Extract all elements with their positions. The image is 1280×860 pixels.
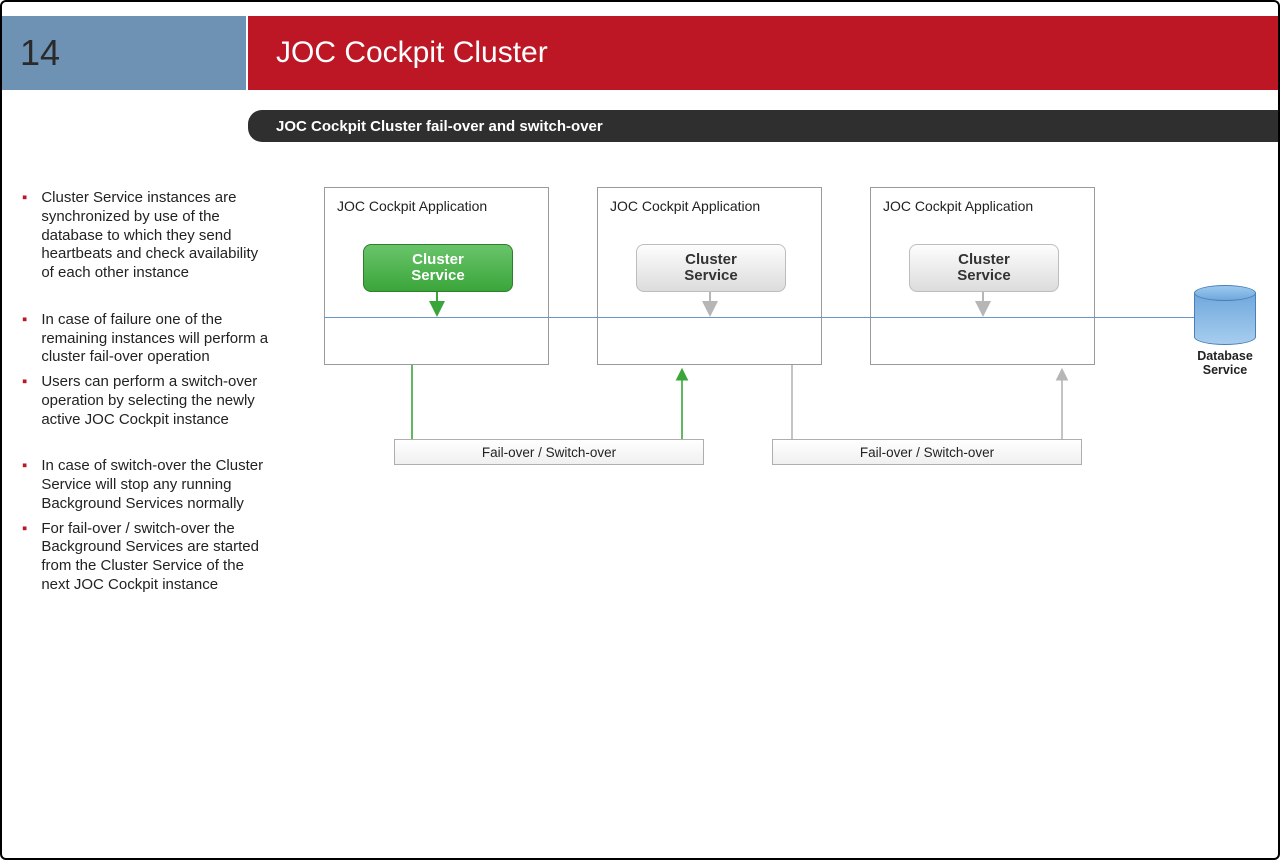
bullet-text: For fail-over / switch-over the Backgrou… [41, 520, 270, 595]
bullet-mark-icon: ▪ [22, 457, 27, 476]
cluster-line1: Cluster [412, 252, 464, 269]
bullet-item: ▪ In case of failure one of the remainin… [22, 311, 270, 367]
bullet-list: ▪ Cluster Service instances are synchron… [22, 189, 270, 623]
db-label-line2: Service [1194, 363, 1256, 377]
failover-label: Fail-over / Switch-over [482, 445, 616, 460]
cylinder-top-icon [1194, 285, 1256, 301]
bullet-item: ▪ Cluster Service instances are synchron… [22, 189, 270, 283]
cluster-service-active: Cluster Service [363, 244, 513, 292]
cluster-line1: Cluster [685, 252, 737, 269]
bullet-item: ▪ In case of switch-over the Cluster Ser… [22, 457, 270, 513]
cluster-line2: Service [411, 268, 464, 285]
bullet-mark-icon: ▪ [22, 189, 27, 208]
cluster-line2: Service [684, 268, 737, 285]
joc-app-box-1: JOC Cockpit Application Cluster Service [324, 187, 549, 365]
bullet-group: ▪ In case of switch-over the Cluster Ser… [22, 457, 270, 594]
bullet-mark-icon: ▪ [22, 311, 27, 330]
joc-app-label: JOC Cockpit Application [610, 198, 809, 214]
bullet-text: In case of switch-over the Cluster Servi… [41, 457, 270, 513]
joc-app-box-2: JOC Cockpit Application Cluster Service [597, 187, 822, 365]
joc-app-box-3: JOC Cockpit Application Cluster Service [870, 187, 1095, 365]
db-label-line1: Database [1194, 349, 1256, 363]
cluster-service-inactive: Cluster Service [909, 244, 1059, 292]
failover-label: Fail-over / Switch-over [860, 445, 994, 460]
db-connector-line [324, 317, 1198, 318]
cluster-line1: Cluster [958, 252, 1010, 269]
slide-number: 14 [20, 32, 60, 74]
failover-box-2: Fail-over / Switch-over [772, 439, 1082, 465]
bullet-text: Users can perform a switch-over operatio… [41, 373, 270, 429]
bullet-text: In case of failure one of the remaining … [41, 311, 270, 367]
subtitle-bar: JOC Cockpit Cluster fail-over and switch… [248, 110, 1278, 142]
database-cylinder: Database Service [1194, 285, 1256, 378]
content-area: ▪ Cluster Service instances are synchron… [2, 177, 1278, 858]
joc-app-label: JOC Cockpit Application [883, 198, 1082, 214]
bullet-mark-icon: ▪ [22, 373, 27, 392]
bullet-text: Cluster Service instances are synchroniz… [41, 189, 270, 283]
title-bar: JOC Cockpit Cluster [248, 16, 1278, 90]
bullet-mark-icon: ▪ [22, 520, 27, 539]
slide-number-box: 14 [2, 16, 246, 90]
failover-box-1: Fail-over / Switch-over [394, 439, 704, 465]
page-subtitle: JOC Cockpit Cluster fail-over and switch… [276, 118, 603, 135]
cluster-line2: Service [957, 268, 1010, 285]
bullet-group: ▪ Cluster Service instances are synchron… [22, 189, 270, 283]
joc-app-label: JOC Cockpit Application [337, 198, 536, 214]
cluster-service-inactive: Cluster Service [636, 244, 786, 292]
header: 14 JOC Cockpit Cluster [2, 2, 1278, 70]
architecture-diagram: JOC Cockpit Application Cluster Service … [302, 177, 1278, 858]
bullet-item: ▪ For fail-over / switch-over the Backgr… [22, 520, 270, 595]
bullet-item: ▪ Users can perform a switch-over operat… [22, 373, 270, 429]
bullet-group: ▪ In case of failure one of the remainin… [22, 311, 270, 430]
page-title: JOC Cockpit Cluster [276, 36, 548, 70]
